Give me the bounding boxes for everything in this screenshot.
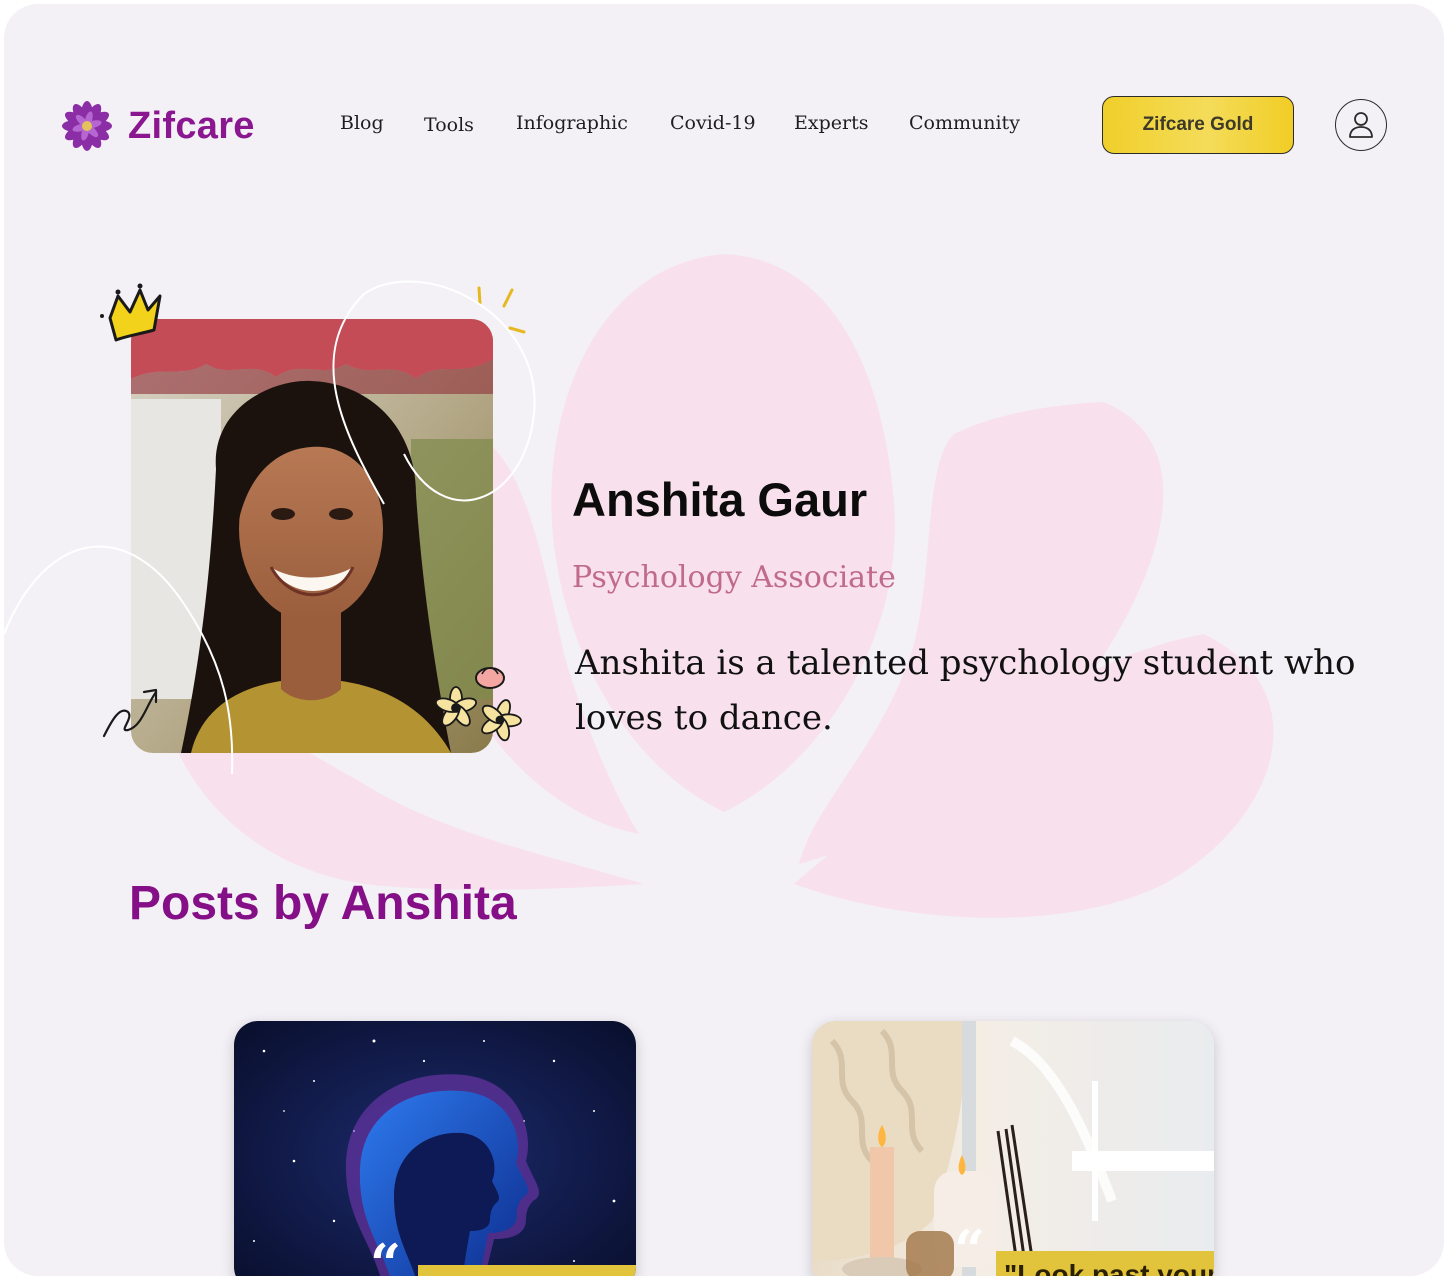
cosmic-head-image: “ [234, 1021, 636, 1276]
flower-logo-icon [62, 101, 112, 151]
zifcare-gold-button[interactable]: Zifcare Gold [1102, 96, 1294, 154]
profile-bio: Anshita is a talented psychology student… [575, 643, 1356, 738]
flowers-doodle-icon [434, 667, 522, 742]
nav-link-covid-19[interactable]: Covid-19 [670, 112, 756, 134]
nav-link-community[interactable]: Community [909, 112, 1020, 134]
nav-link-blog[interactable]: Blog [340, 112, 384, 134]
post-card[interactable]: “ "Look past your [812, 1021, 1214, 1276]
brand-logo[interactable]: Zifcare [60, 100, 255, 152]
candles-image: “ [812, 1021, 1214, 1276]
nav-link-infographic[interactable]: Infographic [516, 112, 628, 134]
nav-link-tools[interactable]: Tools [424, 114, 474, 136]
page-frame: Zifcare Blog Tools Infographic Covid-19 … [4, 4, 1444, 1276]
nav-link-experts[interactable]: Experts [794, 112, 868, 134]
arrow-doodle-icon [102, 688, 158, 738]
posts-section-title: Posts by Anshita [129, 877, 517, 930]
profile-button[interactable] [1335, 99, 1387, 151]
post-card[interactable]: “ [234, 1021, 636, 1276]
card-quote-text: "Look past your [1004, 1259, 1214, 1276]
profile-role: Psychology Associate [572, 560, 896, 595]
top-navigation: Zifcare Blog Tools Infographic Covid-19 … [4, 4, 1444, 254]
brand-name: Zifcare [128, 104, 255, 147]
svg-text:“: “ [954, 1218, 985, 1276]
svg-text:“: “ [370, 1232, 401, 1276]
profile-name: Anshita Gaur [572, 473, 868, 526]
user-icon [1349, 112, 1373, 138]
